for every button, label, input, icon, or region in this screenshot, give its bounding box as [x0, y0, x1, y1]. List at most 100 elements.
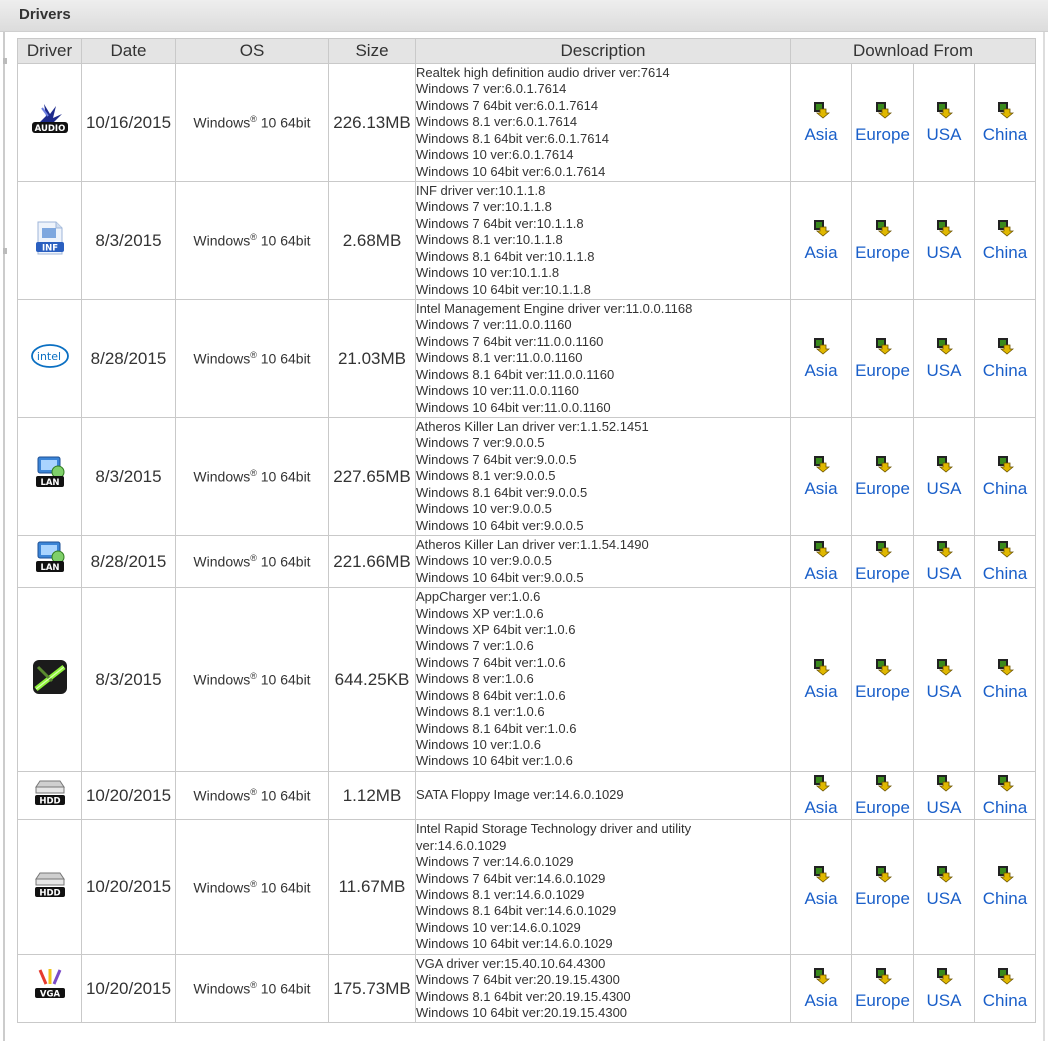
os-registered-mark: ® [250, 671, 257, 682]
download-label: Asia [804, 360, 838, 380]
os-brand: Windows [193, 879, 251, 896]
description-line: Windows 8 ver:1.0.6 [416, 671, 534, 687]
download-usa-link[interactable]: USA [914, 967, 974, 1011]
download-label: China [982, 242, 1028, 262]
download-europe-link[interactable]: Europe [852, 967, 913, 1011]
download-label: Asia [804, 478, 838, 498]
download-usa-link[interactable]: USA [914, 101, 974, 145]
download-icon [996, 455, 1015, 479]
description-line: Windows 10 ver:9.0.0.5 [416, 553, 552, 569]
download-asia-link[interactable]: Asia [791, 219, 851, 263]
description-line: Windows 7 ver:11.0.0.1160 [416, 317, 572, 333]
download-china-link[interactable]: China [975, 658, 1035, 702]
driver-date: 10/16/2015 [81, 63, 176, 182]
description-line: Windows 10 64bit ver:14.6.0.1029 [416, 936, 613, 952]
download-asia-link[interactable]: Asia [791, 865, 851, 909]
drivers-table: Driver Date OS Size Description Download… [17, 38, 1036, 1023]
download-label: China [982, 681, 1028, 701]
os-registered-mark: ® [250, 350, 257, 361]
driver-description: Realtek high definition audio driver ver… [415, 63, 791, 182]
download-cell-china: China [974, 417, 1036, 536]
driver-os: Windows® 10 64bit [175, 819, 329, 955]
download-china-link[interactable]: China [975, 967, 1035, 1011]
driver-icon-cell: AUDIO [17, 63, 82, 182]
left-border-marker [3, 248, 7, 254]
download-asia-link[interactable]: Asia [791, 540, 851, 584]
table-row: 8/3/2015 Windows® 10 64bit 644.25KB AppChar… [17, 587, 1036, 772]
panel-title: Drivers [19, 6, 71, 23]
download-cell-asia: Asia [790, 181, 852, 300]
os-registered-mark: ® [250, 878, 257, 889]
download-asia-link[interactable]: Asia [791, 774, 851, 818]
download-europe-link[interactable]: Europe [852, 540, 913, 584]
download-asia-link[interactable]: Asia [791, 455, 851, 499]
download-usa-link[interactable]: USA [914, 658, 974, 702]
download-icon [812, 455, 831, 479]
description-line: SATA Floppy Image ver:14.6.0.1029 [416, 787, 624, 803]
description-line: Windows 10 ver:1.0.6 [416, 736, 542, 752]
os-version: 10 64bit [256, 350, 311, 367]
table-row: VGA 10/20/2015 Windows® 10 64bit 175.73MB V… [17, 954, 1036, 1023]
download-europe-link[interactable]: Europe [852, 865, 913, 909]
download-usa-link[interactable]: USA [914, 540, 974, 584]
description-line: Windows 7 64bit ver:1.0.6 [416, 654, 566, 670]
os-version: 10 64bit [256, 114, 311, 131]
download-usa-link[interactable]: USA [914, 774, 974, 818]
download-asia-link[interactable]: Asia [791, 101, 851, 145]
download-europe-link[interactable]: Europe [852, 101, 913, 145]
table-row: intel 8/28/2015 Windows® 10 64bit 21.03MB I… [17, 299, 1036, 418]
download-europe-link[interactable]: Europe [852, 219, 913, 263]
driver-date: 8/3/2015 [81, 181, 176, 300]
download-icon [935, 337, 954, 361]
os-brand: Windows [193, 468, 251, 485]
driver-size: 644.25KB [328, 587, 416, 772]
driver-description: Atheros Killer Lan driver ver:1.1.54.149… [415, 535, 791, 588]
download-label: Europe [855, 360, 910, 380]
driver-icon-cell: LAN [17, 535, 82, 588]
download-cell-europe: Europe [851, 299, 914, 418]
download-usa-link[interactable]: USA [914, 337, 974, 381]
download-label: China [982, 797, 1028, 817]
description-line: Windows 7 ver:9.0.0.5 [416, 435, 545, 451]
download-china-link[interactable]: China [975, 101, 1035, 145]
download-usa-link[interactable]: USA [914, 865, 974, 909]
driver-os: Windows® 10 64bit [175, 771, 329, 820]
driver-icon-cell: LAN [17, 417, 82, 536]
download-china-link[interactable]: China [975, 865, 1035, 909]
download-europe-link[interactable]: Europe [852, 658, 913, 702]
download-label: Asia [804, 242, 838, 262]
driver-size: 221.66MB [328, 535, 416, 588]
svg-text:LAN: LAN [40, 478, 59, 488]
download-china-link[interactable]: China [975, 774, 1035, 818]
download-usa-link[interactable]: USA [914, 455, 974, 499]
lan-driver-icon: LAN [30, 454, 70, 494]
download-label: China [982, 478, 1028, 498]
description-line: Windows 7 ver:6.0.1.7614 [416, 81, 567, 97]
svg-text:INF: INF [41, 244, 57, 254]
download-china-link[interactable]: China [975, 455, 1035, 499]
driver-icon-cell: intel [17, 299, 82, 418]
description-line: Windows 10 ver:14.6.0.1029 [416, 919, 581, 935]
download-asia-link[interactable]: Asia [791, 337, 851, 381]
download-cell-china: China [974, 181, 1036, 300]
download-usa-link[interactable]: USA [914, 219, 974, 263]
download-icon [812, 658, 831, 682]
description-line: Realtek high definition audio driver ver… [416, 65, 670, 81]
download-asia-link[interactable]: Asia [791, 967, 851, 1011]
download-china-link[interactable]: China [975, 337, 1035, 381]
download-europe-link[interactable]: Europe [852, 337, 913, 381]
download-cell-usa: USA [913, 954, 975, 1023]
download-europe-link[interactable]: Europe [852, 774, 913, 818]
download-asia-link[interactable]: Asia [791, 658, 851, 702]
download-china-link[interactable]: China [975, 540, 1035, 584]
download-icon [996, 774, 1015, 798]
download-label: USA [926, 889, 962, 908]
download-china-link[interactable]: China [975, 219, 1035, 263]
download-europe-link[interactable]: Europe [852, 455, 913, 499]
description-line: Windows 8.1 64bit ver:10.1.1.8 [416, 248, 595, 264]
svg-text:HDD: HDD [39, 888, 60, 898]
download-cell-asia: Asia [790, 417, 852, 536]
download-icon [812, 865, 831, 889]
header-driver: Driver [17, 38, 82, 64]
download-cell-usa: USA [913, 417, 975, 536]
